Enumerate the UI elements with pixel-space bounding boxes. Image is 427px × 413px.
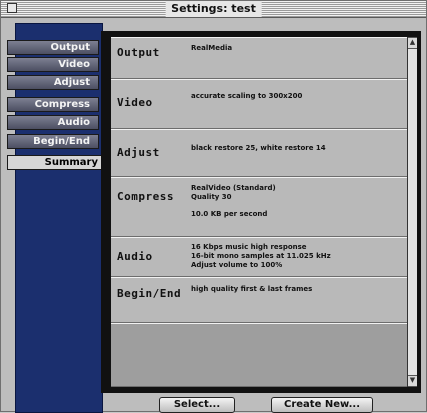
row-value: accurate scaling to 300x200 xyxy=(191,92,303,100)
row-value: 16 Kbps music high response xyxy=(191,243,307,251)
row-values: high quality first & last frames xyxy=(191,285,401,294)
summary-row-output: Output RealMedia xyxy=(111,37,407,79)
settings-window: Settings: test Output Video Adjust Compr… xyxy=(0,0,427,413)
row-values: accurate scaling to 300x200 xyxy=(191,92,401,101)
sidebar-item-output[interactable]: Output xyxy=(7,40,99,55)
vertical-scrollbar[interactable]: ▲ ▼ xyxy=(407,37,417,387)
row-label: Audio xyxy=(117,250,153,263)
row-label: Compress xyxy=(117,190,174,203)
summary-row-audio: Audio 16 Kbps music high response 16-bit… xyxy=(111,237,407,277)
sidebar-item-compress[interactable]: Compress xyxy=(7,97,99,112)
summary-content: Output RealMedia Video accurate scaling … xyxy=(111,37,407,387)
row-value: RealVideo (Standard) xyxy=(191,184,276,192)
summary-row-compress: Compress RealVideo (Standard) Quality 30… xyxy=(111,177,407,237)
scroll-up-arrow-icon[interactable]: ▲ xyxy=(408,37,417,49)
summary-row-begin-end: Begin/End high quality first & last fram… xyxy=(111,277,407,323)
window-title: Settings: test xyxy=(165,1,262,17)
summary-empty-area xyxy=(111,323,407,387)
summary-row-video: Video accurate scaling to 300x200 xyxy=(111,79,407,129)
row-value: Quality 30 xyxy=(191,193,232,201)
summary-row-adjust: Adjust black restore 25, white restore 1… xyxy=(111,129,407,177)
row-values: RealMedia xyxy=(191,44,401,53)
row-values: RealVideo (Standard) Quality 30 10.0 KB … xyxy=(191,184,401,219)
row-value: Adjust volume to 100% xyxy=(191,261,283,269)
create-new-button[interactable]: Create New... xyxy=(271,397,373,413)
scroll-down-arrow-icon[interactable]: ▼ xyxy=(408,375,417,387)
sidebar-item-audio[interactable]: Audio xyxy=(7,115,99,130)
row-values: 16 Kbps music high response 16-bit mono … xyxy=(191,243,401,270)
sidebar-item-video[interactable]: Video xyxy=(7,57,99,72)
row-value: 16-bit mono samples at 11.025 kHz xyxy=(191,252,331,260)
row-label: Video xyxy=(117,96,153,109)
row-label: Output xyxy=(117,46,160,59)
title-bar[interactable]: Settings: test xyxy=(1,1,426,18)
row-value: high quality first & last frames xyxy=(191,285,313,293)
close-box-icon[interactable] xyxy=(7,3,17,13)
row-label: Adjust xyxy=(117,146,160,159)
row-value: 10.0 KB per second xyxy=(191,210,268,218)
summary-panel: Output RealMedia Video accurate scaling … xyxy=(101,31,421,393)
sidebar-item-adjust[interactable]: Adjust xyxy=(7,75,99,90)
row-value: black restore 25, white restore 14 xyxy=(191,144,326,152)
row-values: black restore 25, white restore 14 xyxy=(191,144,401,153)
sidebar-item-begin-end[interactable]: Begin/End xyxy=(7,134,99,149)
row-label: Begin/End xyxy=(117,287,182,300)
sidebar-item-summary[interactable]: Summary xyxy=(7,155,107,170)
row-value: RealMedia xyxy=(191,44,233,52)
select-button[interactable]: Select... xyxy=(159,397,235,413)
